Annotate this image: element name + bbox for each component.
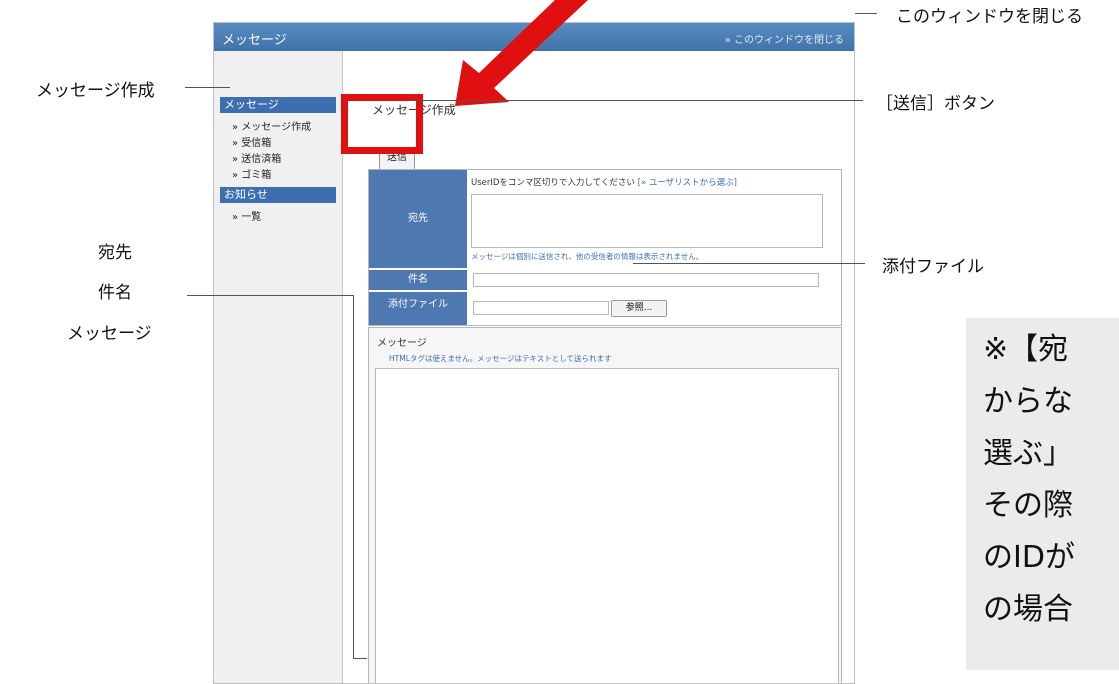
fields-bracket-bottom: [353, 658, 367, 659]
fields-pointer-line: [187, 295, 353, 296]
close-pointer-line: [855, 13, 877, 14]
attachment-pointer-line: [633, 263, 865, 264]
note-line: その際: [983, 488, 1073, 523]
annotation-field-subject: 件名: [98, 283, 132, 303]
send-pointer-line: [408, 100, 863, 101]
annotation-compose: メッセージ作成: [36, 81, 155, 101]
annotation-field-message: メッセージ: [67, 324, 152, 344]
note-panel: ※【宛 からな 選ぶ」 その際 のIDが の場合: [966, 318, 1119, 670]
annotation-attachment: 添付ファイル: [882, 257, 984, 277]
annotation-close-window: このウィンドウを閉じる: [896, 7, 1083, 27]
compose-pointer-line: [185, 87, 230, 88]
note-line: のIDが: [983, 540, 1075, 575]
note-line: からな: [983, 384, 1073, 419]
fields-bracket-vertical: [353, 295, 354, 658]
note-line: の場合: [983, 592, 1073, 627]
annotation-send-button: ［送信］ボタン: [876, 94, 995, 114]
note-line: 選ぶ」: [983, 436, 1073, 471]
send-button-highlight: [341, 94, 423, 154]
annotation-field-to: 宛先: [98, 243, 132, 263]
note-line: ※【宛: [983, 332, 1069, 367]
